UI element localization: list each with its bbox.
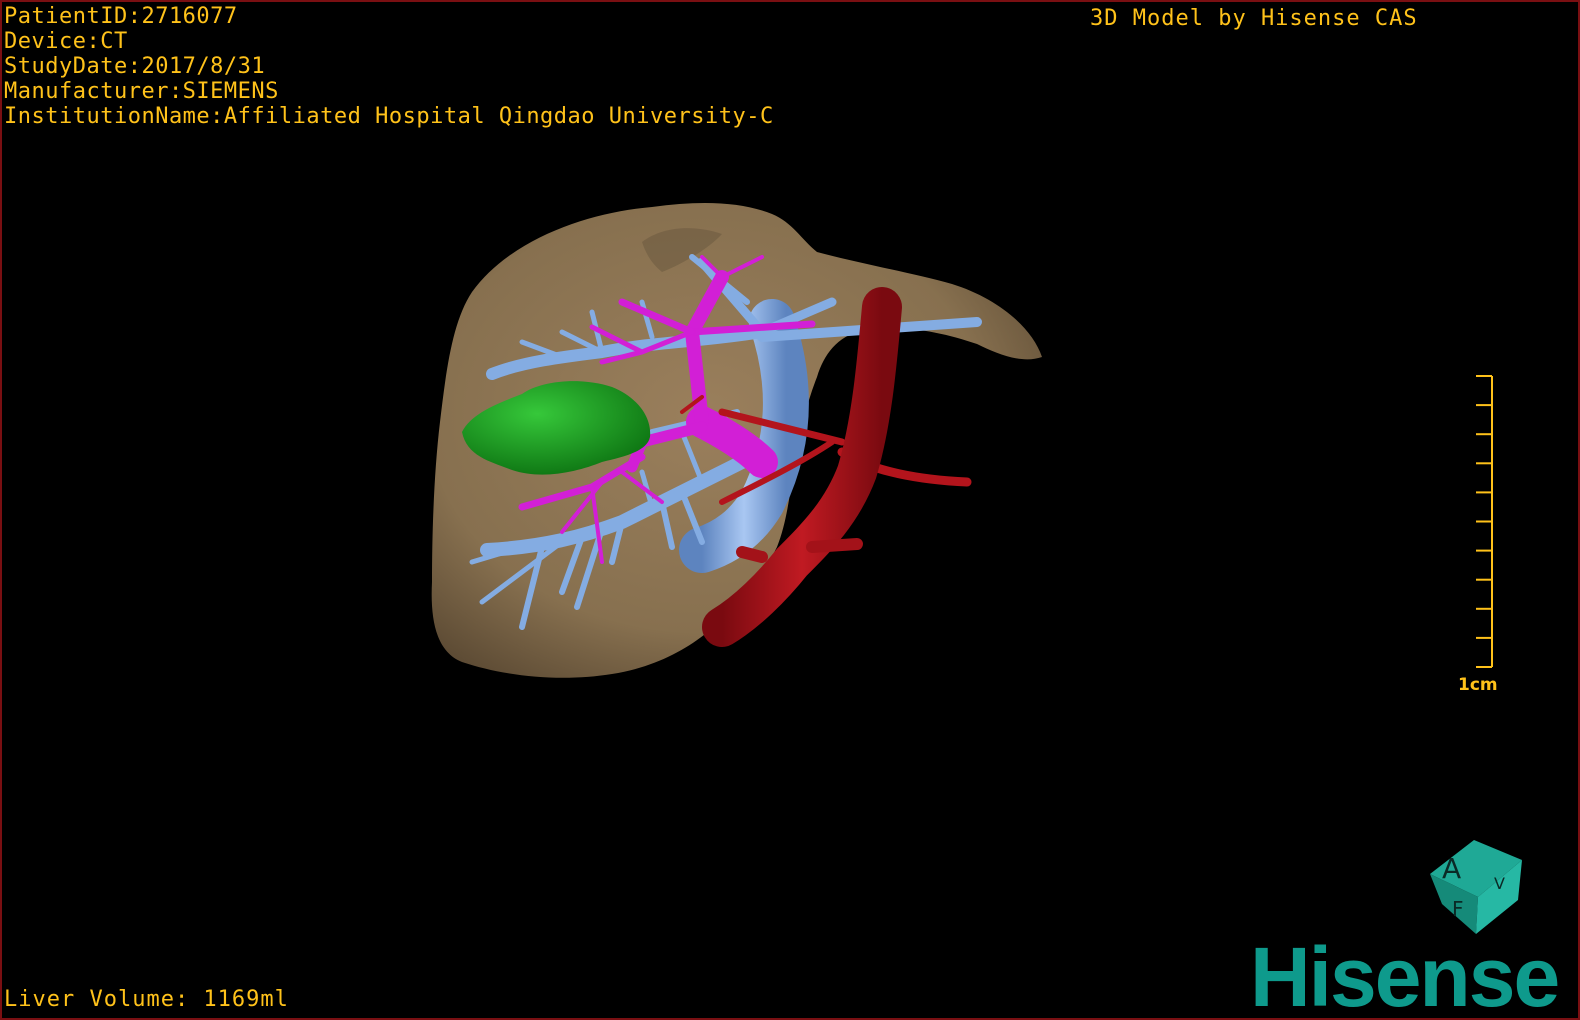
hisense-logo: Hisense [1250, 930, 1560, 1020]
scale-bar-icon [1476, 375, 1493, 668]
scale-bar-label: 1cm [1458, 675, 1498, 695]
orientation-cube-front-label: A [1442, 852, 1462, 885]
3d-viewport[interactable]: PatientID:2716077 Device:CT StudyDate:20… [0, 0, 1580, 1020]
orientation-cube-side-label: F [1452, 897, 1464, 921]
liver-3d-model[interactable] [2, 2, 1578, 1018]
liver-volume-label: Liver Volume: 1169ml [4, 987, 289, 1012]
orientation-cube-right-label: V [1494, 874, 1505, 893]
